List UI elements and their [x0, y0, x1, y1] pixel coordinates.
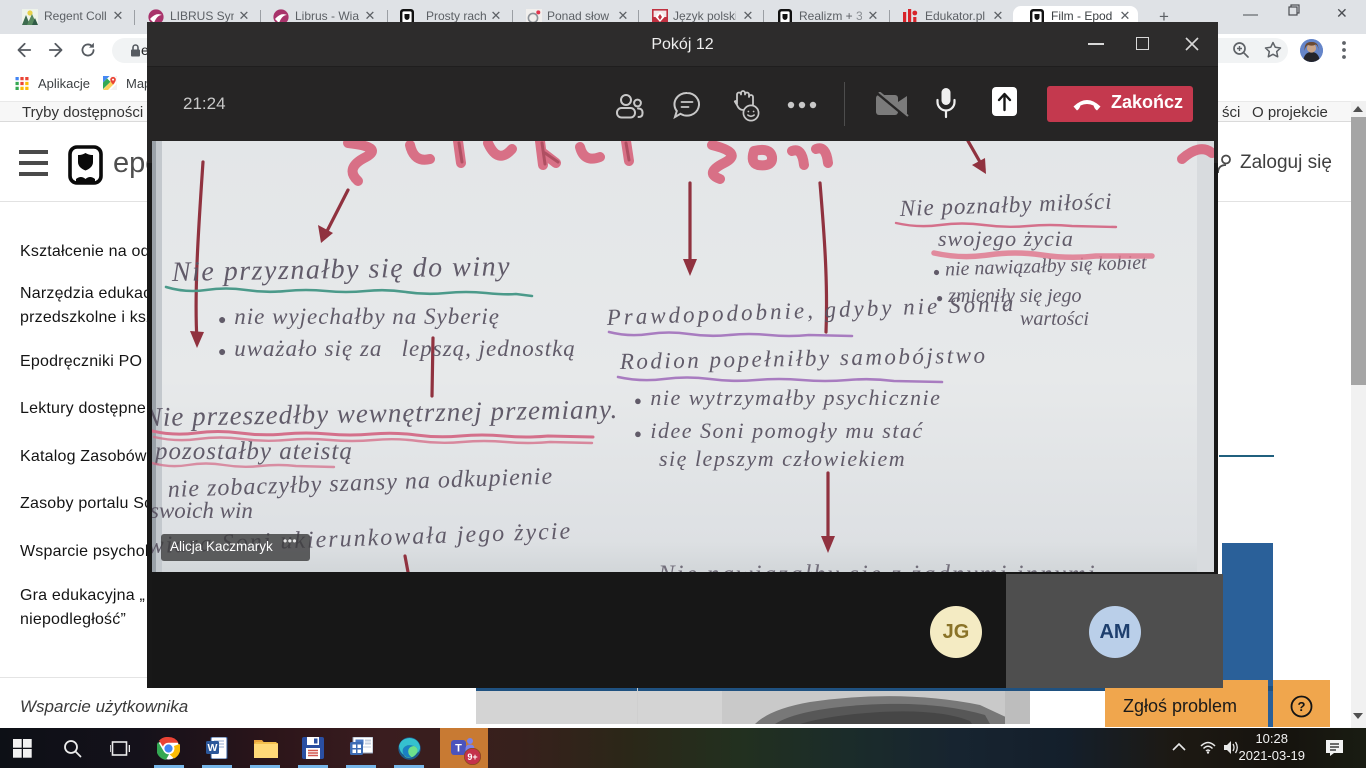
- svg-text:wartości: wartości: [1020, 308, 1089, 330]
- svg-text:9+: 9+: [467, 752, 477, 762]
- svg-text:● idee Soni pomogły mu stać: ● idee Soni pomogły mu stać: [634, 418, 924, 443]
- svg-text:● nie wytrzymałby psychicznie: ● nie wytrzymałby psychicznie: [634, 385, 941, 410]
- svg-text:T: T: [455, 743, 462, 755]
- svg-text:Nie przyznałby się do winy: Nie przyznałby się do winy: [171, 251, 512, 288]
- svg-text:● nie wyjechałby na Syberię: ● nie wyjechałby na Syberię: [218, 304, 500, 329]
- svg-text:Nie nawiązałby się z żadnymi i: Nie nawiązałby się z żadnymi innymi: [657, 561, 1097, 572]
- svg-text:● uważało się za lepszą, jedn: ● uważało się za lepszą, jednostką: [218, 336, 576, 361]
- svg-text:● zmieniły się jego: ● zmieniły się jego: [936, 285, 1082, 307]
- svg-text:swojego życia: swojego życia: [938, 226, 1074, 251]
- svg-text:?: ?: [1298, 699, 1306, 714]
- svg-text:W: W: [208, 742, 218, 754]
- svg-text:pozostałby ateistą: pozostałby ateistą: [153, 438, 353, 465]
- svg-text:swoich win: swoich win: [152, 498, 253, 523]
- svg-text:się lepszym człowiekiem: się lepszym człowiekiem: [659, 446, 906, 471]
